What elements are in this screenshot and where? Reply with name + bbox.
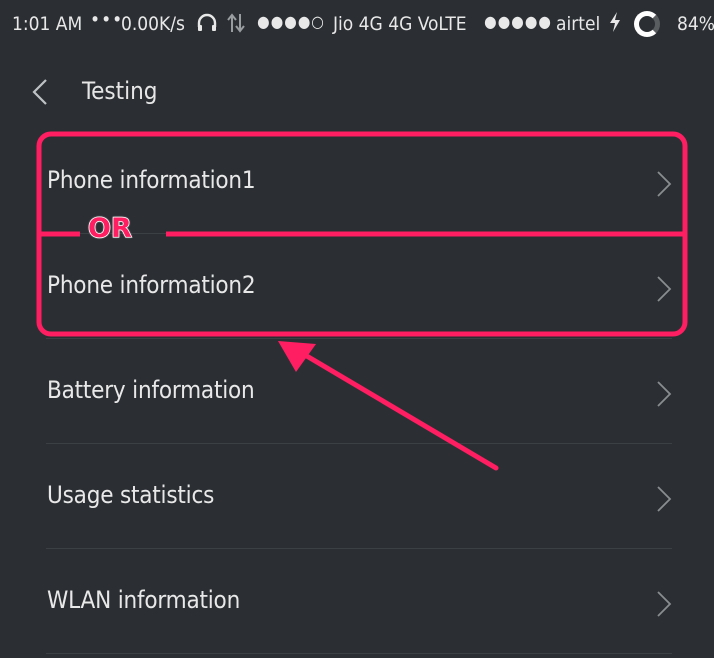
list-item-label: Usage statistics <box>47 481 215 509</box>
or-label: OR <box>87 212 132 245</box>
chevron-right-icon <box>656 171 672 197</box>
list-item-wlan-information[interactable]: WLAN information <box>46 550 672 654</box>
data-transfer-icon <box>226 12 246 39</box>
status-bar: 1:01 AM ••• 0.00K/s ●●●●○ Jio 4G 4G VoLT… <box>0 0 714 52</box>
divider <box>46 653 672 654</box>
chevron-right-icon <box>656 381 672 407</box>
battery-percent: 84% <box>677 13 714 35</box>
chevron-right-icon <box>656 276 672 302</box>
headset-icon <box>196 12 218 39</box>
battery-ring-icon <box>634 11 660 37</box>
divider <box>46 443 672 444</box>
divider <box>46 233 672 234</box>
list-item-usage-statistics[interactable]: Usage statistics <box>46 445 672 549</box>
list-item-phone-information-2[interactable]: Phone information2 <box>46 235 672 339</box>
list-item-battery-information[interactable]: Battery information <box>46 340 672 444</box>
divider <box>46 338 672 339</box>
page-title: Testing <box>82 77 158 105</box>
list-item-label: Battery information <box>47 376 255 404</box>
list-item-label: Phone information2 <box>47 271 256 299</box>
signal-strength-2: ●●●●● <box>484 12 552 31</box>
chevron-left-icon[interactable] <box>28 78 52 105</box>
signal-strength-1: ●●●●○ <box>257 12 325 31</box>
chevron-right-icon <box>656 486 672 512</box>
more-dots: ••• <box>90 9 124 31</box>
list-item-label: WLAN information <box>47 586 241 614</box>
carrier-2: airtel <box>556 13 601 35</box>
chevron-right-icon <box>656 591 672 617</box>
list-item-phone-information-1[interactable]: Phone information1 <box>46 130 672 234</box>
app-header: Testing <box>0 60 714 124</box>
status-time: 1:01 AM <box>12 13 83 35</box>
list-item-label: Phone information1 <box>47 166 256 194</box>
network-speed: 0.00K/s <box>121 13 185 35</box>
lightning-icon <box>608 11 622 38</box>
divider <box>46 548 672 549</box>
carrier-1: Jio 4G 4G VoLTE <box>333 13 467 35</box>
